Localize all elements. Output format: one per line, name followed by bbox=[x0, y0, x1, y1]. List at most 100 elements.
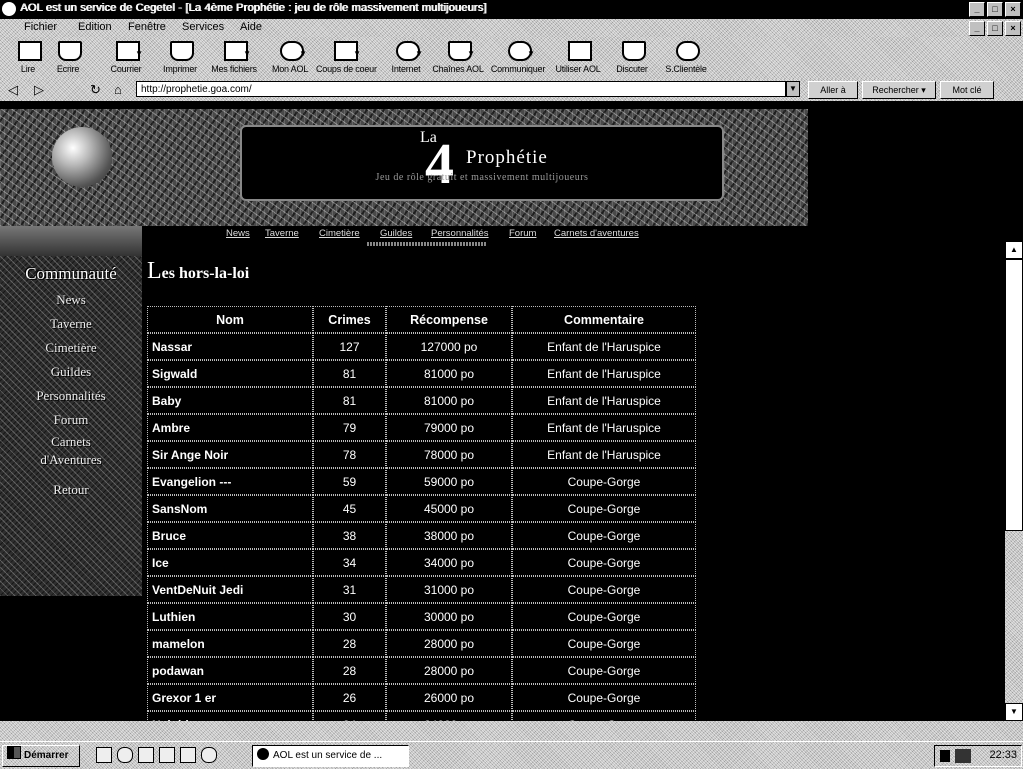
sidebar-item-personnalites[interactable]: Personnalités bbox=[0, 388, 142, 404]
header-nom: Nom bbox=[147, 306, 313, 333]
toolbar-internet-button[interactable]: ▼ Internet bbox=[378, 39, 434, 77]
table-row: Neighbour2424000 poCoupe-Gorge bbox=[147, 711, 696, 721]
sidebar-pillar: Communauté News Taverne Cimetière Guilde… bbox=[0, 226, 142, 596]
home-icon[interactable]: ⌂ bbox=[114, 82, 122, 97]
sidebar-item-guildes[interactable]: Guildes bbox=[0, 364, 142, 380]
toolbar-courrier-button[interactable]: ▼ Courrier bbox=[98, 39, 154, 77]
cell-recompense: 79000 po bbox=[386, 414, 512, 441]
cell-recompense: 30000 po bbox=[386, 603, 512, 630]
site-logo[interactable]: La 4 Prophétie Jeu de rôle gratuit et ma… bbox=[240, 125, 724, 201]
heart-folder-icon: ▼ bbox=[329, 39, 361, 61]
pillar-capital bbox=[0, 226, 142, 256]
toolbar-communiquer-button[interactable]: ▼ Communiquer bbox=[490, 39, 546, 77]
topnav-carnets-daventures[interactable]: Carnets d'aventures bbox=[554, 228, 639, 239]
toolbar-label: Discuter bbox=[616, 64, 648, 74]
forward-arrow-icon[interactable]: ▷ bbox=[34, 82, 44, 98]
cell-crimes: 81 bbox=[313, 387, 386, 414]
toolbar-utiliser-aol-button[interactable]: Utiliser AOL bbox=[550, 39, 606, 77]
maximize-button[interactable]: □ bbox=[987, 2, 1003, 17]
chat-icon bbox=[617, 39, 647, 61]
reload-icon[interactable]: ↻ bbox=[90, 82, 101, 98]
sidebar-item-forum[interactable]: Forum bbox=[0, 412, 142, 428]
scrollbar-thumb[interactable] bbox=[1005, 259, 1023, 531]
quicklaunch-app-icon[interactable] bbox=[180, 747, 196, 763]
url-input[interactable] bbox=[136, 81, 786, 97]
toolbar-coups-de-coeur-button[interactable]: ▼ Coups de coeur bbox=[316, 39, 377, 77]
cell-recompense: 81000 po bbox=[386, 360, 512, 387]
toolbar-ecrire-button[interactable]: Ecrire bbox=[40, 39, 96, 77]
doc-restore-button[interactable]: □ bbox=[987, 21, 1003, 36]
channel-icon[interactable] bbox=[159, 747, 175, 763]
topnav-guildes[interactable]: Guildes bbox=[380, 228, 412, 239]
scroll-down-icon[interactable]: ▼ bbox=[1005, 703, 1023, 721]
window-title-bar[interactable]: AOL est un service de Cegetel - [La 4ème… bbox=[0, 0, 1023, 19]
minimize-button[interactable]: _ bbox=[969, 2, 985, 17]
tray-aol-icon[interactable] bbox=[955, 749, 971, 763]
sidebar-item-cimetiere[interactable]: Cimetière bbox=[0, 340, 142, 356]
page-title-initial: L bbox=[147, 258, 162, 284]
close-button[interactable]: × bbox=[1005, 2, 1021, 17]
menu-aide[interactable]: Aide bbox=[240, 21, 262, 33]
cell-crimes: 79 bbox=[313, 414, 386, 441]
sidebar-item-taverne[interactable]: Taverne bbox=[0, 316, 142, 332]
sidebar-item-daventures[interactable]: d'Aventures bbox=[0, 452, 142, 468]
menu-fenetre[interactable]: Fenêtre bbox=[128, 21, 166, 33]
topnav-forum[interactable]: Forum bbox=[509, 228, 536, 239]
table-header-row: Nom Crimes Récompense Commentaire bbox=[147, 306, 696, 333]
system-tray: 22:33 bbox=[934, 745, 1022, 767]
outlaws-table: Nom Crimes Récompense Commentaire Nassar… bbox=[147, 306, 696, 721]
page-title: Les hors-la-loi bbox=[147, 258, 249, 285]
search-dropdown-button[interactable]: Rechercher ▾ bbox=[862, 81, 936, 99]
cell-commentaire: Coupe-Gorge bbox=[512, 657, 696, 684]
topnav-news[interactable]: News bbox=[226, 228, 250, 239]
toolbar-mon-aol-button[interactable]: ▼ Mon AOL bbox=[262, 39, 318, 77]
toolbar-discuter-button[interactable]: Discuter bbox=[604, 39, 660, 77]
sidebar-item-carnets[interactable]: Carnets bbox=[0, 434, 142, 450]
taskbar-aol-window[interactable]: AOL est un service de ... bbox=[252, 745, 409, 767]
sidebar-item-news[interactable]: News bbox=[0, 292, 142, 308]
toolbar-imprimer-button[interactable]: Imprimer bbox=[152, 39, 208, 77]
quicklaunch-aol-icon[interactable] bbox=[201, 747, 217, 763]
doc-minimize-button[interactable]: _ bbox=[969, 21, 985, 36]
menu-fichier[interactable]: Fichier bbox=[24, 21, 57, 33]
cell-commentaire: Enfant de l'Haruspice bbox=[512, 414, 696, 441]
toolbar-label: Mon AOL bbox=[271, 64, 309, 74]
sidebar-item-retour[interactable]: Retour bbox=[0, 482, 142, 498]
back-arrow-icon[interactable]: ◁ bbox=[8, 82, 18, 98]
taskbar: Démarrer AOL est un service de ... 22:33 bbox=[0, 741, 1023, 769]
cell-nom: Evangelion --- bbox=[147, 468, 313, 495]
table-row: Evangelion --- 59 59000 po Coupe-Gorge bbox=[147, 468, 696, 495]
topnav-taverne[interactable]: Taverne bbox=[265, 228, 299, 239]
menu-edition[interactable]: Edition bbox=[78, 21, 112, 33]
start-button[interactable]: Démarrer bbox=[2, 745, 80, 767]
toolbar-chaines-aol-button[interactable]: ▼ Chaînes AOL bbox=[430, 39, 486, 77]
toolbar-label: S.Clientèle bbox=[665, 64, 707, 74]
cell-nom: Sir Ange Noir bbox=[147, 441, 313, 468]
go-button[interactable]: Aller à bbox=[808, 81, 858, 99]
logo-four: 4 bbox=[425, 131, 454, 196]
outlook-express-icon[interactable] bbox=[138, 747, 154, 763]
toolbar-mes-fichiers-button[interactable]: ▼ Mes fichiers bbox=[206, 39, 262, 77]
cell-commentaire: Coupe-Gorge bbox=[512, 711, 696, 721]
desktop-icon[interactable] bbox=[96, 747, 112, 763]
internet-explorer-icon[interactable] bbox=[117, 747, 133, 763]
doc-close-button[interactable]: × bbox=[1005, 21, 1021, 36]
scroll-up-icon[interactable]: ▲ bbox=[1005, 241, 1023, 259]
menu-services[interactable]: Services bbox=[182, 21, 224, 33]
aol-app-icon[interactable] bbox=[2, 2, 16, 16]
cell-nom: SansNom bbox=[147, 495, 313, 522]
sidebar-title: Communauté bbox=[25, 264, 117, 283]
table-row: Luthien 30 30000 po Coupe-Gorge bbox=[147, 603, 696, 630]
site-banner: La 4 Prophétie Jeu de rôle gratuit et ma… bbox=[0, 109, 808, 226]
vertical-scrollbar[interactable]: ▲ ▼ bbox=[1005, 241, 1023, 721]
url-dropdown-icon[interactable]: ▼ bbox=[786, 81, 800, 97]
topnav-personnalites[interactable]: Personnalités bbox=[431, 228, 489, 239]
table-row: Sir Ange Noir 78 78000 po Enfant de l'Harus… bbox=[147, 441, 696, 468]
tray-volume-icon[interactable] bbox=[940, 750, 950, 762]
topnav-cimetiere[interactable]: Cimetière bbox=[319, 228, 360, 239]
toolbar-service-clientele-button[interactable]: S.Clientèle bbox=[658, 39, 714, 77]
keyword-button[interactable]: Mot clé bbox=[940, 81, 994, 99]
cell-recompense: 38000 po bbox=[386, 522, 512, 549]
toolbar-label: Imprimer bbox=[163, 64, 197, 74]
aol-toolbar: Lire Ecrire ▼ Courrier Imprimer ▼ Mes fi… bbox=[0, 37, 1023, 79]
